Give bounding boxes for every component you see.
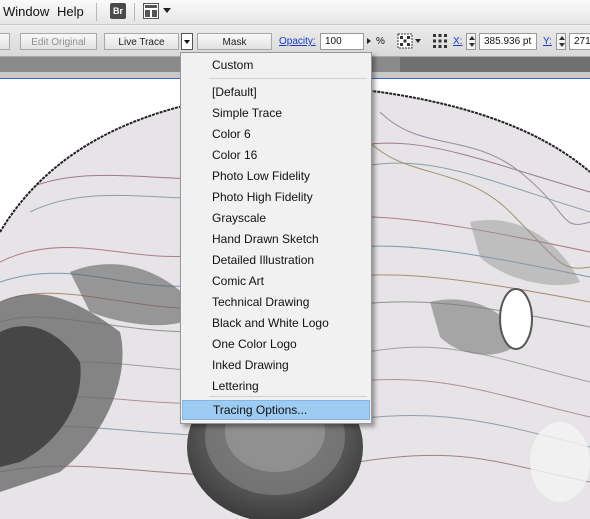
menu-item-preset[interactable]: Black and White Logo bbox=[182, 313, 370, 333]
menu-item-preset[interactable]: Simple Trace bbox=[182, 103, 370, 123]
live-trace-button[interactable]: Live Trace bbox=[104, 33, 179, 50]
opacity-field[interactable]: 100 bbox=[320, 33, 364, 50]
x-position-field[interactable]: 385.936 pt bbox=[479, 33, 537, 50]
menu-item-tracing-options[interactable]: Tracing Options... bbox=[182, 400, 370, 420]
menu-item-preset[interactable]: Comic Art bbox=[182, 271, 370, 291]
y-position-field[interactable]: 271 bbox=[569, 33, 590, 50]
percent-sign: % bbox=[376, 36, 385, 47]
menu-separator bbox=[134, 3, 135, 21]
menu-separator bbox=[209, 78, 367, 79]
edit-original-button[interactable]: Edit Original bbox=[20, 33, 97, 50]
menu-item-preset[interactable]: Grayscale bbox=[182, 208, 370, 228]
menu-item-preset[interactable]: Detailed Illustration bbox=[182, 250, 370, 270]
control-button-partial bbox=[0, 33, 10, 50]
menu-item-preset[interactable]: Photo Low Fidelity bbox=[182, 166, 370, 186]
menu-bar: Window Help Br bbox=[0, 0, 590, 25]
menu-item-preset[interactable]: [Default] bbox=[182, 82, 370, 102]
bridge-icon[interactable]: Br bbox=[110, 3, 126, 19]
menu-item-preset[interactable]: Photo High Fidelity bbox=[182, 187, 370, 207]
x-label[interactable]: X: bbox=[453, 36, 462, 47]
mask-button[interactable]: Mask bbox=[197, 33, 272, 50]
menu-window[interactable]: Window bbox=[3, 4, 49, 19]
menu-help[interactable]: Help bbox=[57, 4, 84, 19]
x-stepper[interactable] bbox=[466, 33, 476, 50]
menu-item-preset[interactable]: Color 16 bbox=[182, 145, 370, 165]
menu-item-preset[interactable]: Lettering bbox=[182, 376, 370, 396]
reference-point-icon[interactable] bbox=[432, 33, 448, 49]
menu-item-preset[interactable]: One Color Logo bbox=[182, 334, 370, 354]
menu-separator bbox=[96, 3, 97, 21]
tracing-presets-dropdown-button[interactable] bbox=[181, 33, 193, 50]
arrange-documents-icon[interactable] bbox=[143, 3, 159, 19]
chevron-down-icon[interactable] bbox=[163, 8, 171, 13]
menu-item-preset[interactable]: Color 6 bbox=[182, 124, 370, 144]
tracing-presets-menu: Custom [Default] Simple Trace Color 6 Color… bbox=[180, 52, 372, 424]
menu-item-preset[interactable]: Technical Drawing bbox=[182, 292, 370, 312]
transform-grid-icon[interactable] bbox=[397, 33, 413, 49]
menu-separator bbox=[209, 396, 367, 397]
menu-item-preset[interactable]: Hand Drawn Sketch bbox=[182, 229, 370, 249]
y-label[interactable]: Y: bbox=[543, 36, 552, 47]
opacity-arrow-icon[interactable] bbox=[367, 38, 371, 44]
menu-item-preset[interactable]: Inked Drawing bbox=[182, 355, 370, 375]
menu-item-custom[interactable]: Custom bbox=[182, 55, 370, 75]
opacity-label[interactable]: Opacity: bbox=[279, 36, 316, 47]
chevron-down-icon[interactable] bbox=[415, 39, 421, 43]
y-stepper[interactable] bbox=[556, 33, 566, 50]
